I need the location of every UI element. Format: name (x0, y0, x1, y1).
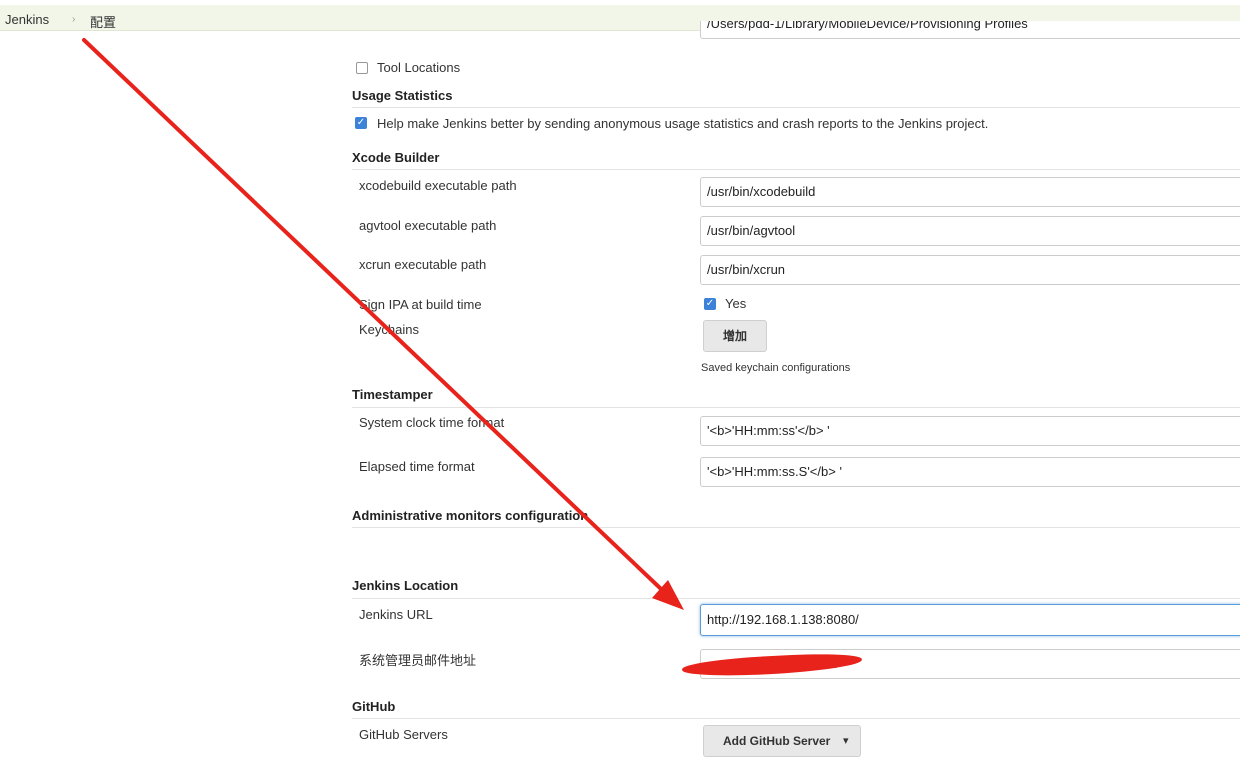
arrow-shaft (82, 38, 662, 590)
annotation-arrow (82, 38, 684, 610)
